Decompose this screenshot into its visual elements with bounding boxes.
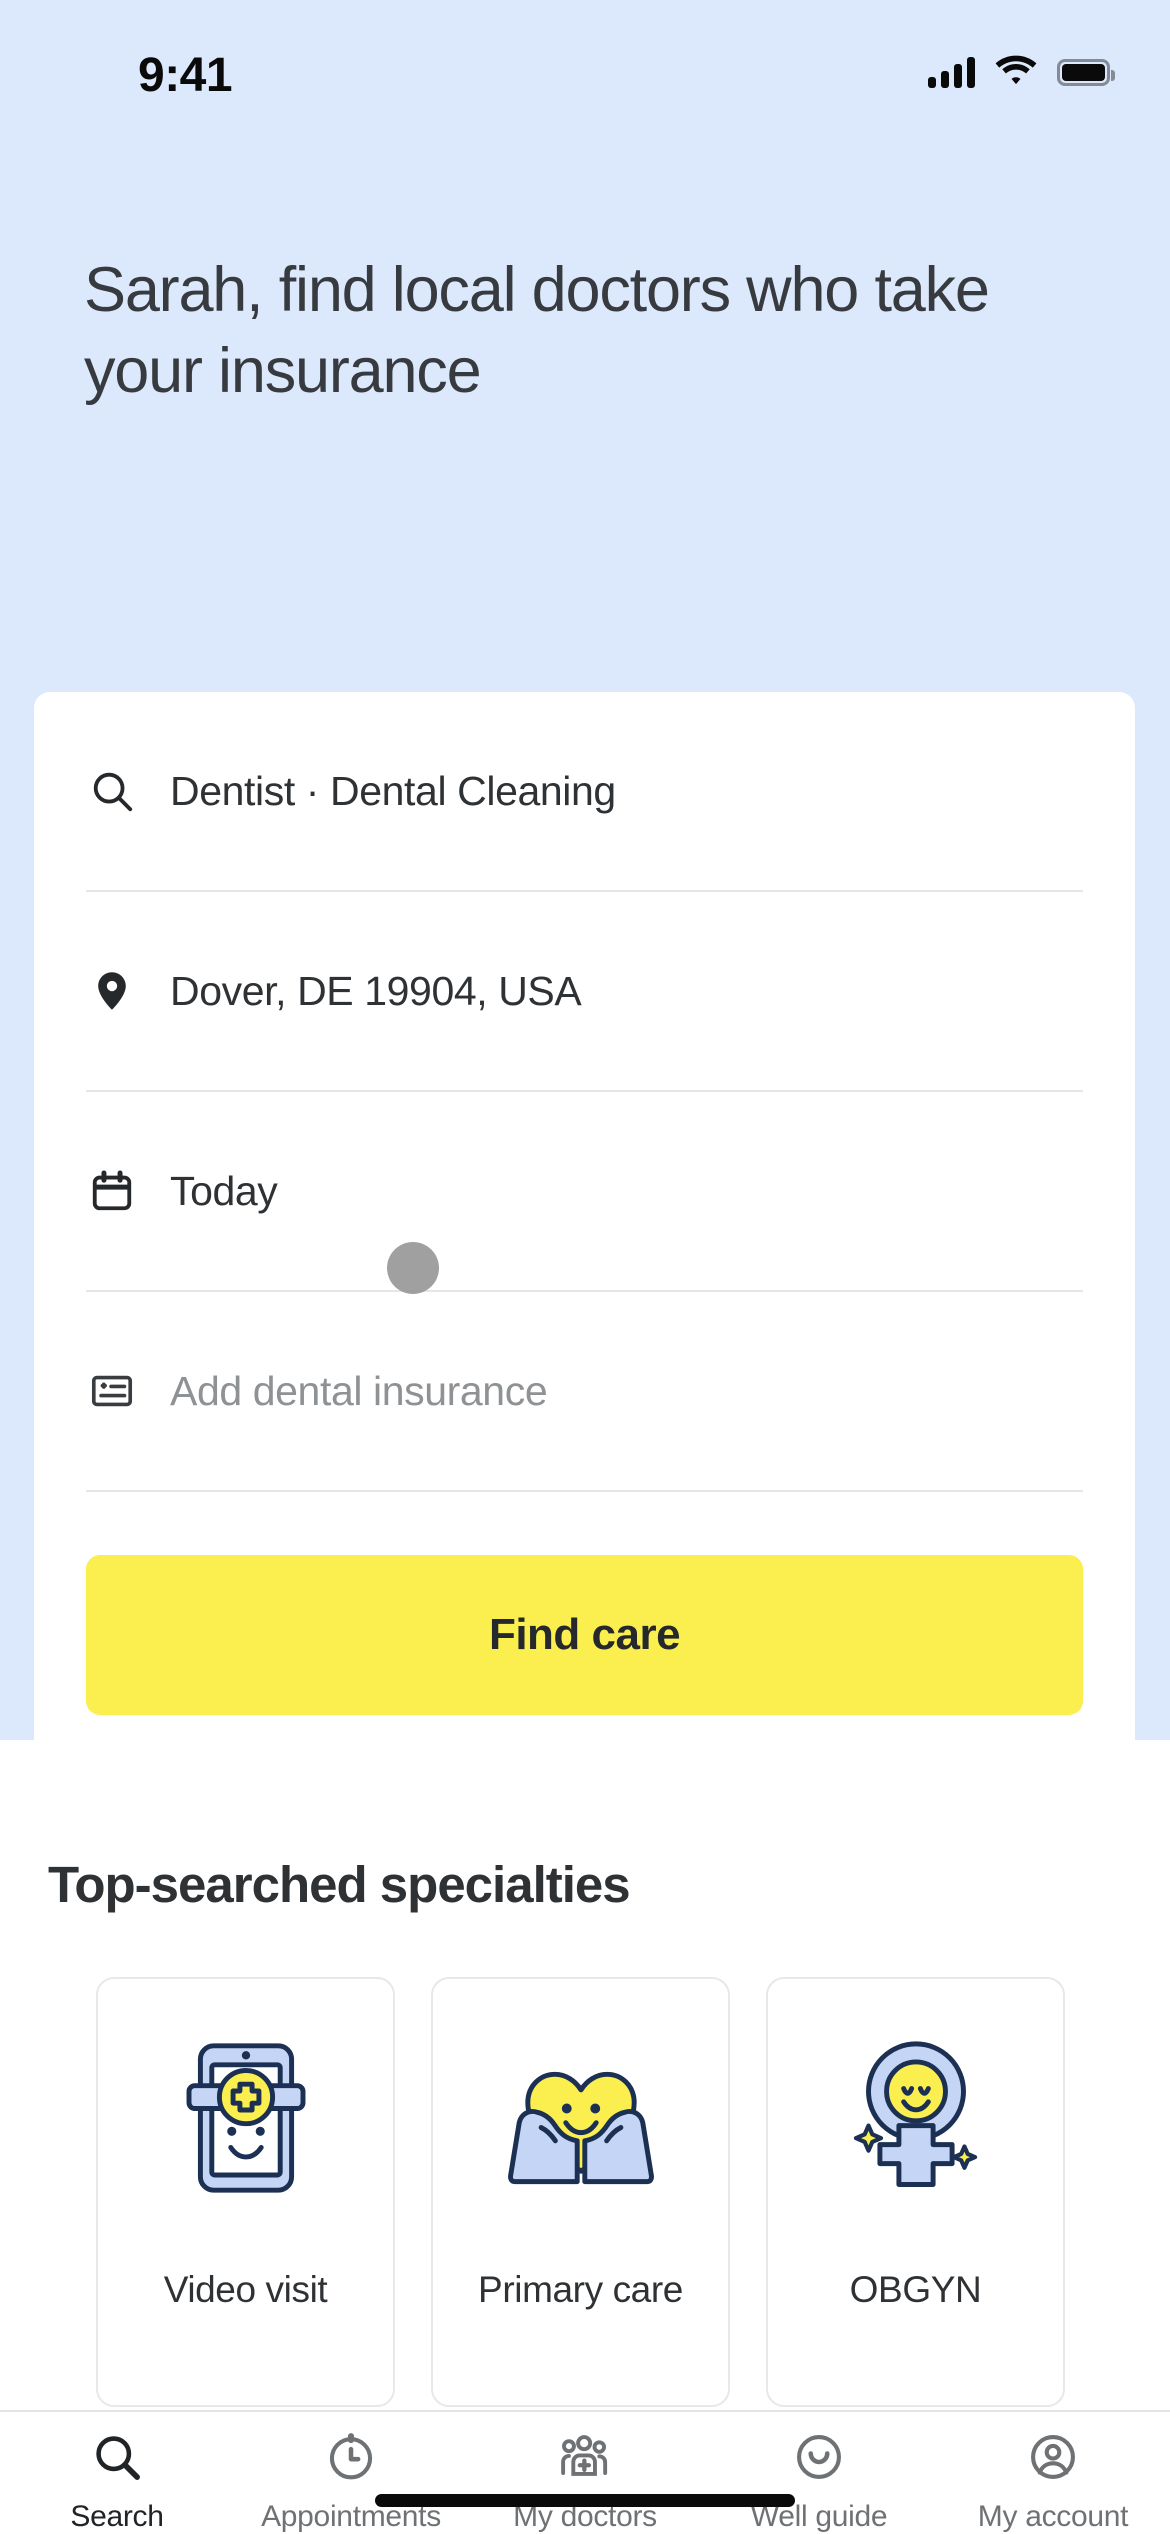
cellular-signal-icon	[928, 56, 975, 88]
female-symbol-smiley-illustration	[821, 2023, 1011, 2213]
bottom-tab-bar: Search Appointments My doctors Well guid…	[0, 2410, 1170, 2534]
tap-indicator	[387, 1242, 439, 1294]
tab-well-guide[interactable]: Well guide	[702, 2428, 936, 2534]
tab-my-doctors[interactable]: My doctors	[468, 2428, 702, 2534]
home-indicator	[375, 2494, 795, 2507]
specialty-card-video-visit[interactable]: Video visit	[96, 1977, 395, 2407]
search-field-location[interactable]: Dover, DE 19904, USA	[86, 892, 1083, 1092]
status-bar: 9:41	[0, 0, 1170, 140]
search-icon	[88, 2428, 146, 2486]
tab-label: My account	[977, 2500, 1129, 2533]
calendar-icon	[86, 1165, 138, 1217]
status-bar-icons	[928, 52, 1115, 92]
page-title: Sarah, find local doctors who take your …	[84, 255, 990, 406]
specialty-card-label: Video visit	[163, 2269, 328, 2310]
clock-icon	[322, 2428, 380, 2486]
battery-full-icon	[1057, 58, 1115, 86]
specialty-card-label: Primary care	[478, 2269, 683, 2310]
wifi-icon	[995, 54, 1037, 90]
specialties-carousel[interactable]: Video visit Primary care OBGYN	[96, 1977, 1065, 2407]
account-avatar-icon	[1024, 2428, 1082, 2486]
specialty-card-label: OBGYN	[849, 2269, 982, 2310]
search-field-insurance-value: Add dental insurance	[170, 1367, 548, 1414]
tab-my-account[interactable]: My account	[936, 2428, 1170, 2534]
specialty-card-obgyn[interactable]: OBGYN	[766, 1977, 1065, 2407]
hands-holding-heart-illustration	[486, 2023, 676, 2213]
phone-smiley-cross-illustration	[151, 2023, 341, 2213]
search-field-specialty[interactable]: Dentist · Dental Cleaning	[86, 692, 1083, 892]
location-pin-icon	[86, 965, 138, 1017]
search-field-date[interactable]: Today	[86, 1092, 1083, 1292]
search-field-insurance[interactable]: Add dental insurance	[86, 1292, 1083, 1492]
find-care-button[interactable]: Find care	[86, 1555, 1083, 1715]
search-field-date-value: Today	[170, 1167, 278, 1214]
specialties-section-title: Top-searched specialties	[48, 1856, 631, 1913]
search-card: Dentist · Dental Cleaning Dover, DE 1990…	[34, 692, 1135, 1778]
search-field-location-value: Dover, DE 19904, USA	[170, 967, 582, 1014]
search-field-specialty-value: Dentist · Dental Cleaning	[170, 767, 616, 814]
insurance-card-icon	[86, 1365, 138, 1417]
tab-appointments[interactable]: Appointments	[234, 2428, 468, 2534]
people-plus-icon	[556, 2428, 614, 2486]
tab-search[interactable]: Search	[0, 2428, 234, 2534]
specialty-card-primary-care[interactable]: Primary care	[431, 1977, 730, 2407]
smiley-circle-icon	[790, 2428, 848, 2486]
status-bar-clock: 9:41	[138, 49, 233, 102]
search-icon	[86, 765, 138, 817]
tab-label: Search	[70, 2500, 164, 2533]
